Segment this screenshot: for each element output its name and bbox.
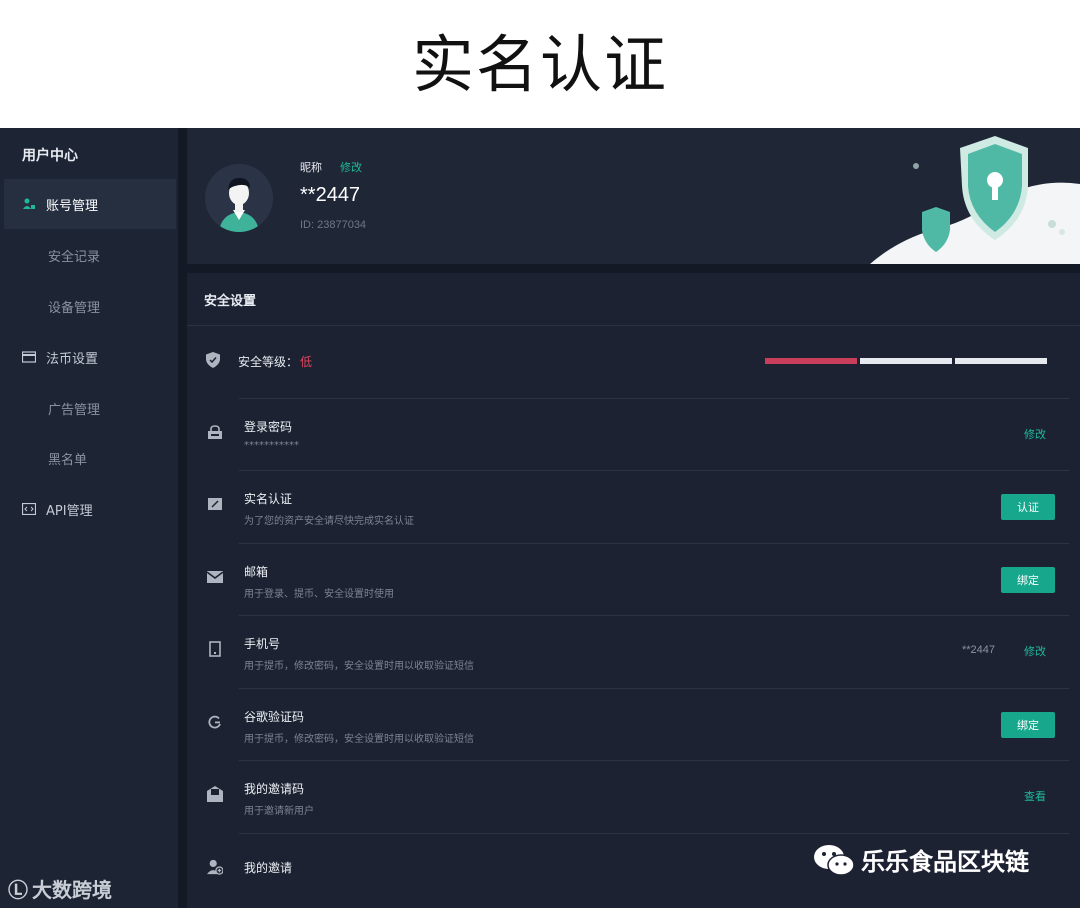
sidebar-item-api[interactable]: API管理 (4, 484, 176, 534)
phone-row: 手机号 用于提币，修改密码，安全设置时用以收取验证短信 **2447 修改 (187, 615, 1080, 687)
main-content: 昵称 修改 **2447 ID: 23877034 安全设置 安全等级： 低 登… (187, 128, 1080, 908)
mail-icon (207, 569, 223, 585)
shield-check-icon (205, 351, 221, 369)
app-window: 用户中心 账号管理 安全记录 设备管理 法币设置 广告管理 黑名单 API管理 … (0, 128, 1080, 908)
sidebar-item-security-log[interactable]: 安全记录 (4, 230, 176, 280)
security-level-segment-3 (955, 358, 1047, 364)
phone-desc: 用于提币，修改密码，安全设置时用以收取验证短信 (244, 661, 474, 672)
watermark-left-text: 大数跨境 (32, 878, 112, 902)
divider (239, 543, 1069, 544)
email-title: 邮箱 (244, 565, 269, 579)
sidebar-item-label: 设备管理 (48, 300, 101, 316)
change-phone-link[interactable]: 修改 (1024, 643, 1046, 659)
sidebar-item-blacklist[interactable]: 黑名单 (4, 433, 176, 483)
sidebar-item-label: 账号管理 (46, 198, 99, 214)
banner: 实名认证 (0, 0, 1080, 128)
login-password-row: 登录密码 *********** 修改 (187, 398, 1080, 470)
wechat-icon (814, 844, 855, 876)
real-name-title: 实名认证 (244, 492, 293, 506)
sidebar: 用户中心 账号管理 安全记录 设备管理 法币设置 广告管理 黑名单 API管理 (0, 128, 178, 908)
divider (239, 398, 1069, 399)
divider (239, 470, 1069, 471)
sidebar-item-label: API管理 (46, 503, 93, 519)
invite-code-desc: 用于邀请新用户 (244, 806, 314, 817)
google-auth-icon (207, 714, 223, 730)
bind-email-button[interactable]: 绑定 (1001, 567, 1055, 593)
google-auth-desc: 用于提币，修改密码，安全设置时用以收取验证短信 (244, 734, 474, 745)
sidebar-item-label: 黑名单 (48, 452, 88, 468)
sidebar-item-label: 法币设置 (46, 351, 99, 367)
bind-google-auth-button[interactable]: 绑定 (1001, 712, 1055, 738)
verify-button[interactable]: 认证 (1001, 494, 1055, 520)
add-user-icon (207, 859, 223, 875)
banner-title: 实名认证 (411, 28, 668, 101)
phone-number-masked: **2447 (961, 644, 995, 656)
security-level-segment-1 (765, 358, 857, 364)
sidebar-item-label: 广告管理 (48, 402, 101, 418)
id-card-icon (207, 496, 223, 512)
code-icon (22, 502, 36, 516)
security-level-text: 安全等级： (238, 355, 299, 369)
divider (239, 615, 1069, 616)
phone-icon (207, 641, 223, 657)
shield-illustration-icon (870, 136, 1080, 264)
sidebar-title: 用户中心 (22, 148, 78, 164)
google-auth-title: 谷歌验证码 (244, 710, 305, 724)
edit-nickname-link[interactable]: 修改 (340, 159, 362, 175)
email-row: 邮箱 用于登录、提币、安全设置时使用 绑定 (187, 543, 1080, 615)
divider (239, 833, 1069, 834)
card-icon (22, 350, 36, 364)
login-password-title: 登录密码 (244, 420, 293, 434)
watermark-right-text: 乐乐食品区块链 (861, 848, 1029, 876)
invite-code-icon (207, 786, 223, 802)
sidebar-item-account[interactable]: 账号管理 (4, 179, 176, 229)
security-settings-title: 安全设置 (204, 294, 257, 309)
real-name-desc: 为了您的资产安全请尽快完成实名认证 (244, 516, 414, 527)
security-settings-panel: 安全设置 安全等级：低 登录密码 *********** 修改 实名认证 为了您… (187, 273, 1080, 908)
my-invites-title: 我的邀请 (244, 861, 293, 875)
login-password-masked: *********** (244, 440, 299, 451)
email-desc: 用于登录、提币、安全设置时使用 (244, 589, 394, 600)
user-id: ID: 23877034 (300, 219, 367, 231)
sidebar-item-ads[interactable]: 广告管理 (4, 383, 176, 433)
security-level-label: 安全等级：低 (238, 353, 312, 370)
security-level-value: 低 (300, 355, 313, 369)
sidebar-item-fiat-settings[interactable]: 法币设置 (4, 332, 176, 382)
watermark-right: 乐乐食品区块链 (813, 842, 1029, 877)
profile-card: 昵称 修改 **2447 ID: 23877034 (187, 128, 1080, 264)
view-invite-code-link[interactable]: 查看 (1024, 788, 1046, 804)
watermark-logo-icon: Ⓛ (8, 880, 28, 902)
invite-code-row: 我的邀请码 用于邀请新用户 查看 (187, 760, 1080, 832)
lock-icon (207, 424, 223, 440)
avatar (205, 164, 273, 232)
divider (239, 760, 1069, 761)
security-level-segment-2 (860, 358, 952, 364)
sidebar-item-devices[interactable]: 设备管理 (4, 281, 176, 331)
google-auth-row: 谷歌验证码 用于提币，修改密码，安全设置时用以收取验证短信 绑定 (187, 688, 1080, 760)
security-level-row: 安全等级：低 (187, 339, 1080, 383)
real-name-row: 实名认证 为了您的资产安全请尽快完成实名认证 认证 (187, 470, 1080, 542)
phone-title: 手机号 (244, 637, 281, 651)
divider (239, 688, 1069, 689)
nickname-value: **2447 (300, 184, 361, 206)
sidebar-item-label: 安全记录 (48, 249, 101, 265)
user-group-icon (22, 197, 36, 211)
divider (187, 325, 1080, 326)
watermark-left: Ⓛ 大数跨境 (8, 874, 112, 903)
invite-code-title: 我的邀请码 (244, 782, 305, 796)
change-password-link[interactable]: 修改 (1024, 426, 1046, 442)
nickname-label: 昵称 (300, 161, 322, 174)
